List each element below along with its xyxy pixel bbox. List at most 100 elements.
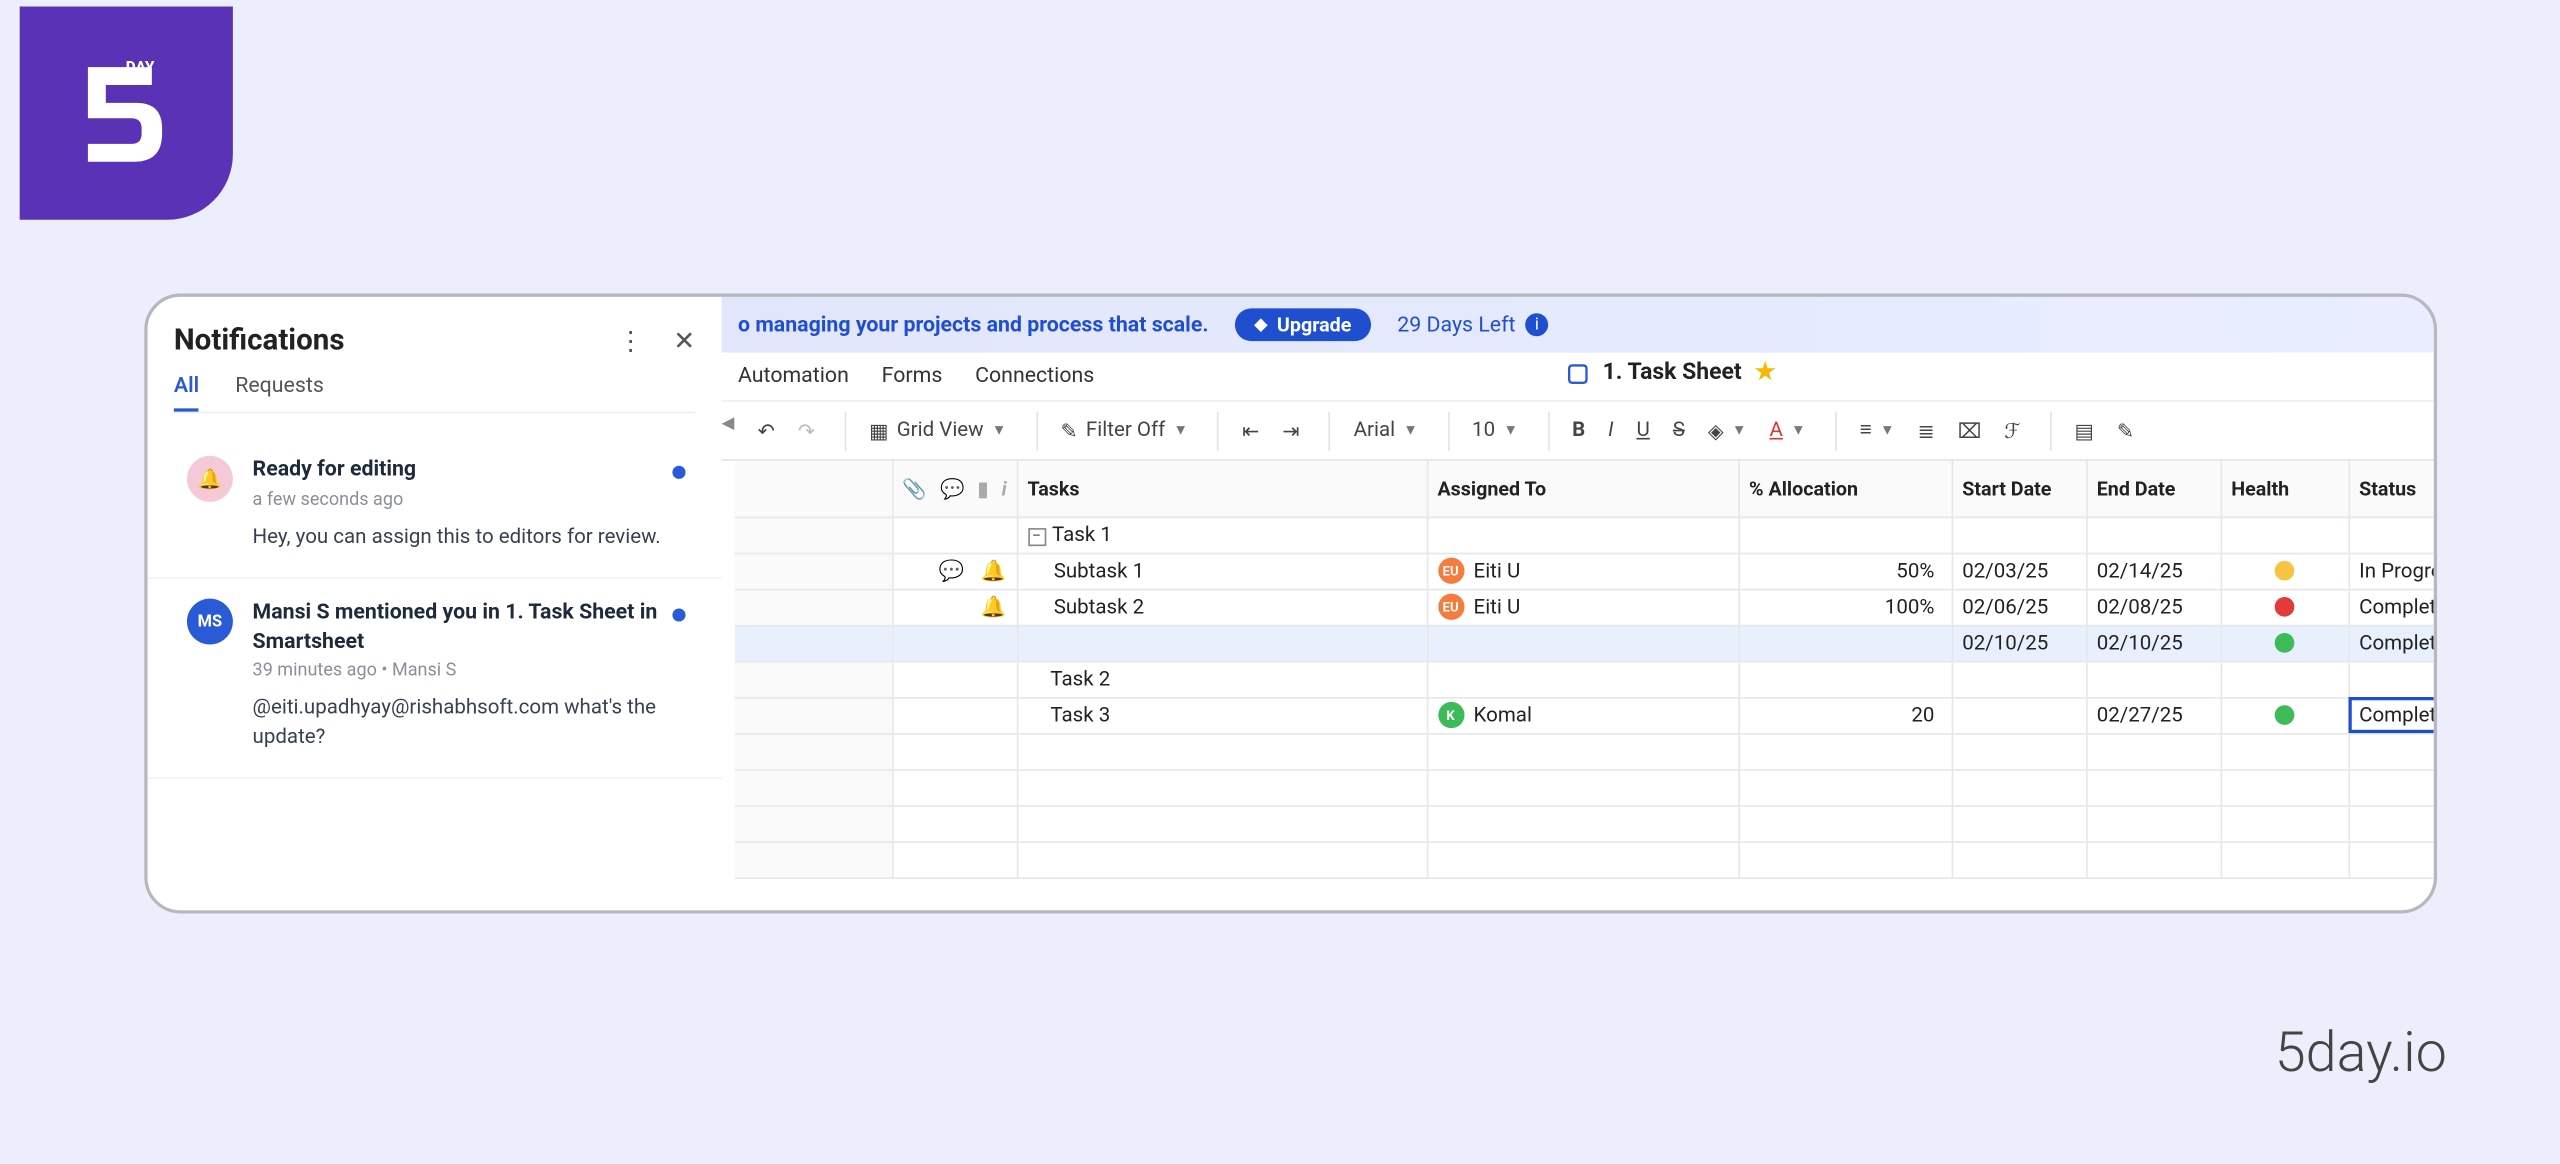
redo-button[interactable]: ↷ bbox=[788, 412, 825, 448]
cell-assigned[interactable]: EUEiti U bbox=[1427, 553, 1739, 589]
underline-button[interactable]: U bbox=[1627, 413, 1660, 447]
cell-health[interactable] bbox=[2221, 589, 2349, 625]
format-painter-button[interactable]: ℱ bbox=[1994, 412, 2030, 448]
cell-allocation[interactable]: 20 bbox=[1738, 697, 1951, 733]
table-row[interactable]: Task 2 bbox=[735, 661, 2434, 697]
cell-assigned[interactable] bbox=[1427, 805, 1739, 841]
table-row[interactable] bbox=[735, 841, 2434, 877]
indent-button[interactable]: ⇥ bbox=[1272, 412, 1309, 448]
undo-button[interactable]: ↶ bbox=[748, 412, 785, 448]
cell-start-date[interactable]: 02/03/25 bbox=[1952, 553, 2086, 589]
grid-view-button[interactable]: ▦ Grid View ▼ bbox=[859, 412, 1016, 448]
wrap-button[interactable]: ≣ bbox=[1908, 412, 1945, 448]
cell-health[interactable] bbox=[2221, 661, 2349, 697]
cell-task[interactable] bbox=[1017, 733, 1427, 769]
cell-status[interactable]: Complete bbox=[2348, 589, 2433, 625]
row-number[interactable] bbox=[735, 733, 892, 769]
row-number[interactable] bbox=[735, 769, 892, 805]
row-number[interactable] bbox=[735, 841, 892, 877]
cell-start-date[interactable] bbox=[1952, 517, 2086, 553]
col-alloc[interactable]: % Allocation bbox=[1738, 461, 1951, 517]
cell-allocation[interactable] bbox=[1738, 805, 1951, 841]
cell-start-date[interactable] bbox=[1952, 841, 2086, 877]
fill-color-button[interactable]: ◈▼ bbox=[1698, 412, 1756, 448]
cell-end-date[interactable] bbox=[2086, 841, 2220, 877]
task-table[interactable]: 📎 💬 ▮ i Tasks Assigned To % Allocation S… bbox=[735, 461, 2434, 878]
table-row[interactable]: 🔔Subtask 2EUEiti U100%02/06/2502/08/25Co… bbox=[735, 589, 2434, 625]
cell-task[interactable] bbox=[1017, 625, 1427, 661]
cell-end-date[interactable] bbox=[2086, 805, 2220, 841]
cell-task[interactable] bbox=[1017, 769, 1427, 805]
cell-end-date[interactable]: 02/10/25 bbox=[2086, 625, 2220, 661]
cell-start-date[interactable] bbox=[1952, 733, 2086, 769]
close-icon[interactable]: ✕ bbox=[673, 325, 695, 356]
cell-end-date[interactable] bbox=[2086, 661, 2220, 697]
filter-button[interactable]: ✎ Filter Off ▼ bbox=[1051, 412, 1198, 448]
col-tasks[interactable]: Tasks bbox=[1017, 461, 1427, 517]
cell-health[interactable] bbox=[2221, 517, 2349, 553]
cell-assigned[interactable] bbox=[1427, 841, 1739, 877]
highlight-button[interactable]: ✎ bbox=[2107, 412, 2144, 448]
cell-health[interactable] bbox=[2221, 625, 2349, 661]
cell-start-date[interactable]: 02/06/25 bbox=[1952, 589, 2086, 625]
cell-health[interactable] bbox=[2221, 553, 2349, 589]
cell-task[interactable]: Task 2 bbox=[1017, 661, 1427, 697]
cell-end-date[interactable] bbox=[2086, 769, 2220, 805]
col-start[interactable]: Start Date bbox=[1952, 461, 2086, 517]
col-end[interactable]: End Date bbox=[2086, 461, 2220, 517]
table-row[interactable]: Task 3KKomal2002/27/25Complete▾ bbox=[735, 697, 2434, 733]
cell-status[interactable] bbox=[2348, 733, 2433, 769]
row-number[interactable] bbox=[735, 589, 892, 625]
more-icon[interactable]: ⋮ bbox=[618, 325, 644, 356]
cell-task[interactable] bbox=[1017, 841, 1427, 877]
cell-health[interactable] bbox=[2221, 697, 2349, 733]
bold-button[interactable]: B bbox=[1562, 413, 1595, 447]
cell-health[interactable] bbox=[2221, 733, 2349, 769]
cell-status[interactable]: In Progress bbox=[2348, 553, 2433, 589]
notification-item[interactable]: MSMansi S mentioned you in 1. Task Sheet… bbox=[148, 579, 722, 779]
tab-all[interactable]: All bbox=[174, 374, 199, 412]
row-number[interactable] bbox=[735, 517, 892, 553]
strike-button[interactable]: S bbox=[1663, 413, 1695, 447]
cell-end-date[interactable] bbox=[2086, 733, 2220, 769]
star-icon[interactable]: ★ bbox=[1755, 359, 1776, 385]
table-row[interactable]: −Task 1 bbox=[735, 517, 2434, 553]
row-number[interactable] bbox=[735, 661, 892, 697]
cell-task[interactable]: Subtask 2 bbox=[1017, 589, 1427, 625]
table-row[interactable]: 02/10/2502/10/25Complete bbox=[735, 625, 2434, 661]
cell-end-date[interactable]: 02/08/25 bbox=[2086, 589, 2220, 625]
cell-assigned[interactable] bbox=[1427, 733, 1739, 769]
upgrade-button[interactable]: ◆ Upgrade bbox=[1235, 308, 1371, 341]
sheet-title[interactable]: ▢ 1. Task Sheet ★ bbox=[1566, 358, 1775, 388]
reminder-bell-icon[interactable]: 🔔 bbox=[981, 558, 1007, 583]
menu-connections[interactable]: Connections bbox=[975, 364, 1094, 389]
col-health[interactable]: Health bbox=[2221, 461, 2349, 517]
cell-assigned[interactable] bbox=[1427, 661, 1739, 697]
collapse-caret-icon[interactable]: ◀ bbox=[722, 415, 735, 433]
cell-health[interactable] bbox=[2221, 805, 2349, 841]
cell-assigned[interactable]: EUEiti U bbox=[1427, 589, 1739, 625]
cell-status[interactable] bbox=[2348, 661, 2433, 697]
cell-end-date[interactable]: 02/14/25 bbox=[2086, 553, 2220, 589]
cell-task[interactable]: Task 3 bbox=[1017, 697, 1427, 733]
outdent-button[interactable]: ⇤ bbox=[1232, 412, 1269, 448]
cell-assigned[interactable] bbox=[1427, 517, 1739, 553]
cell-assigned[interactable] bbox=[1427, 625, 1739, 661]
align-button[interactable]: ≡▼ bbox=[1850, 413, 1904, 447]
cell-status[interactable] bbox=[2348, 805, 2433, 841]
row-number[interactable] bbox=[735, 625, 892, 661]
font-size-select[interactable]: 10 ▼ bbox=[1462, 413, 1528, 447]
collapse-toggle-icon[interactable]: − bbox=[1027, 527, 1045, 545]
col-status[interactable]: Status bbox=[2348, 461, 2433, 517]
cell-start-date[interactable] bbox=[1952, 661, 2086, 697]
cell-allocation[interactable] bbox=[1738, 733, 1951, 769]
text-color-button[interactable]: A▼ bbox=[1760, 413, 1816, 447]
table-row[interactable] bbox=[735, 733, 2434, 769]
cell-allocation[interactable] bbox=[1738, 517, 1951, 553]
cell-assigned[interactable] bbox=[1427, 769, 1739, 805]
cell-start-date[interactable]: 02/10/25 bbox=[1952, 625, 2086, 661]
cell-health[interactable] bbox=[2221, 841, 2349, 877]
menu-automation[interactable]: Automation bbox=[738, 364, 849, 389]
table-row[interactable] bbox=[735, 805, 2434, 841]
cell-end-date[interactable]: 02/27/25 bbox=[2086, 697, 2220, 733]
